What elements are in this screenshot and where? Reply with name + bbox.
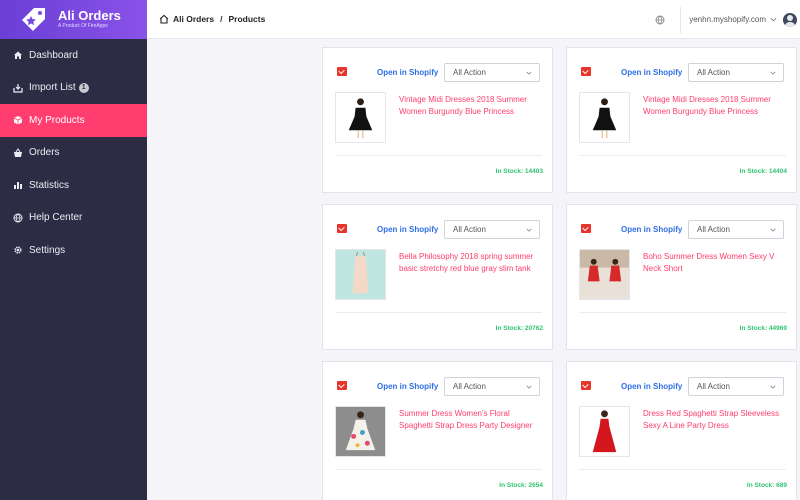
sidebar-item-orders[interactable]: Orders: [0, 137, 147, 170]
gear-icon: [13, 245, 23, 255]
aliexpress-icon[interactable]: [337, 224, 347, 233]
tag-logo-icon: [22, 8, 45, 31]
home-icon: [13, 50, 23, 60]
breadcrumb: Ali Orders / Products: [159, 14, 265, 24]
card-divider: [579, 155, 786, 156]
action-select[interactable]: All Action: [444, 220, 540, 239]
sidebar-item-label: Import List: [29, 82, 76, 94]
brand-subtitle: A Product Of FireApps: [58, 23, 108, 29]
chevron-down-icon: [770, 71, 776, 75]
sidebar-item-label: Statistics: [29, 179, 70, 191]
product-title[interactable]: Vintage Midi Dresses 2018 Summer Women B…: [399, 94, 544, 117]
stock-count: In Stock: 689: [746, 482, 787, 489]
header-divider: [680, 6, 682, 33]
card-divider: [335, 469, 542, 470]
product-title[interactable]: Summer Dress Women's Floral Spaghetti St…: [399, 408, 544, 431]
brand-bar[interactable]: Ali Orders A Product Of FireApps: [0, 0, 147, 39]
action-select[interactable]: All Action: [688, 63, 784, 82]
action-select-value: All Action: [453, 68, 486, 77]
import-icon: [13, 83, 23, 93]
chevron-down-icon: [770, 385, 776, 389]
product-card: Open in Shopify All Action Summer Dress …: [322, 361, 553, 500]
globe-icon: [13, 213, 23, 223]
stock-count: In Stock: 20762: [495, 325, 543, 332]
open-in-shopify-link[interactable]: Open in Shopify: [377, 68, 438, 77]
open-in-shopify-link[interactable]: Open in Shopify: [621, 225, 682, 234]
action-select-value: All Action: [697, 68, 730, 77]
product-title[interactable]: Boho Summer Dress Women Sexy V Neck Shor…: [643, 251, 788, 274]
stock-count: In Stock: 14404: [739, 168, 787, 175]
brand-name: Ali Orders: [58, 8, 121, 23]
open-in-shopify-link[interactable]: Open in Shopify: [377, 225, 438, 234]
product-thumbnail[interactable]: [335, 406, 386, 457]
bar-chart-icon: [13, 180, 23, 190]
store-name[interactable]: yenhn.myshopify.com: [689, 15, 766, 24]
sidebar-item-statistics[interactable]: Statistics: [0, 169, 147, 202]
sidebar-item-my-products[interactable]: My Products: [0, 104, 147, 137]
product-card: Open in Shopify All Action Vintage Midi …: [566, 47, 797, 193]
avatar[interactable]: [783, 12, 797, 27]
open-in-shopify-link[interactable]: Open in Shopify: [377, 382, 438, 391]
product-thumbnail[interactable]: [335, 92, 386, 143]
aliexpress-icon[interactable]: [581, 381, 591, 390]
sidebar: Ali Orders A Product Of FireApps Dashboa…: [0, 0, 147, 500]
action-select[interactable]: All Action: [444, 377, 540, 396]
open-in-shopify-link[interactable]: Open in Shopify: [621, 382, 682, 391]
product-thumbnail[interactable]: [579, 249, 630, 300]
product-thumbnail[interactable]: [579, 406, 630, 457]
product-card: Open in Shopify All Action Boho Summer D…: [566, 204, 797, 350]
sidebar-item-label: Settings: [29, 244, 66, 256]
chevron-down-icon: [526, 71, 532, 75]
home-icon[interactable]: [159, 14, 169, 24]
card-divider: [579, 469, 786, 470]
stock-count: In Stock: 14403: [495, 168, 543, 175]
breadcrumb-current: Products: [228, 14, 266, 24]
top-header: Ali Orders / Products yenhn.myshopify.co…: [147, 0, 800, 39]
action-select[interactable]: All Action: [688, 377, 784, 396]
action-select-value: All Action: [453, 225, 486, 234]
chevron-down-icon[interactable]: [770, 16, 777, 23]
action-select[interactable]: All Action: [688, 220, 784, 239]
card-divider: [579, 312, 786, 313]
sidebar-item-help-center[interactable]: Help Center: [0, 202, 147, 235]
sidebar-item-dashboard[interactable]: Dashboard: [0, 39, 147, 72]
card-divider: [335, 155, 542, 156]
action-select-value: All Action: [453, 382, 486, 391]
product-card: Open in Shopify All Action Vintage Midi …: [322, 47, 553, 193]
sidebar-nav: Dashboard Import List 1 My Products Orde…: [0, 39, 147, 267]
card-divider: [335, 312, 542, 313]
action-select-value: All Action: [697, 382, 730, 391]
sidebar-item-label: Dashboard: [29, 49, 78, 61]
product-card: Open in Shopify All Action Dress Red Spa…: [566, 361, 797, 500]
aliexpress-icon[interactable]: [337, 67, 347, 76]
action-select-value: All Action: [697, 225, 730, 234]
product-title[interactable]: Bella Philosophy 2018 spring summer basi…: [399, 251, 544, 274]
product-card: Open in Shopify All Action Bella Philoso…: [322, 204, 553, 350]
box-icon: [13, 115, 23, 125]
breadcrumb-root[interactable]: Ali Orders: [173, 14, 214, 24]
product-thumbnail[interactable]: [335, 249, 386, 300]
import-count-badge: 1: [78, 82, 89, 93]
aliexpress-icon[interactable]: [337, 381, 347, 390]
product-title[interactable]: Dress Red Spaghetti Strap Sleeveless Sex…: [643, 408, 788, 431]
product-thumbnail[interactable]: [579, 92, 630, 143]
sidebar-item-label: Help Center: [29, 212, 83, 224]
breadcrumb-separator: /: [220, 14, 223, 24]
sidebar-item-label: My Products: [29, 114, 85, 126]
basket-icon: [13, 147, 23, 158]
action-select[interactable]: All Action: [444, 63, 540, 82]
stock-count: In Stock: 44969: [739, 325, 787, 332]
aliexpress-icon[interactable]: [581, 224, 591, 233]
product-title[interactable]: Vintage Midi Dresses 2018 Summer Women B…: [643, 94, 788, 117]
chevron-down-icon: [770, 228, 776, 232]
chevron-down-icon: [526, 385, 532, 389]
sidebar-item-label: Orders: [29, 147, 60, 159]
language-globe-icon[interactable]: [655, 15, 665, 25]
sidebar-item-import-list[interactable]: Import List 1: [0, 72, 147, 105]
stock-count: In Stock: 2654: [499, 482, 543, 489]
aliexpress-icon[interactable]: [581, 67, 591, 76]
sidebar-item-settings[interactable]: Settings: [0, 234, 147, 267]
open-in-shopify-link[interactable]: Open in Shopify: [621, 68, 682, 77]
chevron-down-icon: [526, 228, 532, 232]
